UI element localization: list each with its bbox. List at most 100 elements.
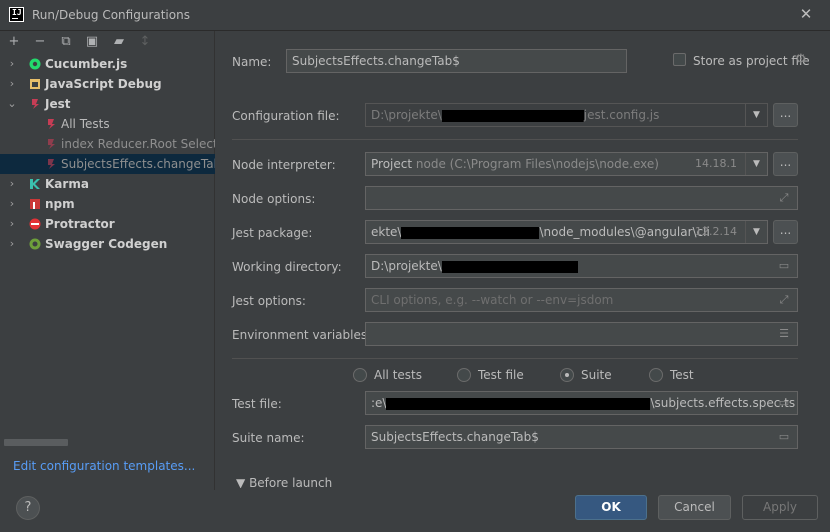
tree-item-jest[interactable]: ⌄ Jest (0, 94, 215, 114)
node-interpreter-label: Node interpreter: (232, 158, 336, 172)
help-button[interactable]: ? (16, 496, 40, 520)
expand-icon[interactable]: ⤢ (777, 192, 791, 204)
store-as-project-label: Store as project file (693, 54, 810, 68)
tree-item-label: Jest (45, 97, 71, 111)
apply-button[interactable]: Apply (742, 495, 818, 520)
chevron-down-icon[interactable]: ▼ (745, 104, 767, 126)
tree-item-subjects-effects[interactable]: SubjectsEffects.changeTab$ (0, 154, 215, 174)
radio-test-file[interactable] (457, 368, 471, 382)
config-file-combobox[interactable]: D:\projekte\ jest.config.js ▼ (365, 103, 768, 127)
dialog-footer: ? OK Cancel Apply (0, 490, 830, 532)
window-title: Run/Debug Configurations (32, 8, 190, 22)
radio-all-tests-label: All tests (374, 368, 422, 382)
jest-options-input[interactable]: CLI options, e.g. --watch or --env=jsdom… (365, 288, 798, 312)
redaction (401, 226, 540, 239)
jest-icon (32, 99, 39, 109)
test-file-prefix: :e\ (371, 396, 387, 410)
tree-item-karma[interactable]: › Karma (0, 174, 215, 194)
tree-item-protractor[interactable]: › Protractor (0, 214, 215, 234)
test-file-input[interactable]: :e\ \subjects.effects.spec.ts ▭ (365, 391, 798, 415)
redaction (386, 397, 651, 410)
node-interpreter-project: Project (371, 157, 413, 171)
chevron-right-icon[interactable]: › (6, 194, 18, 214)
chevron-right-icon[interactable]: › (6, 54, 18, 74)
folder-icon[interactable]: ▭ (777, 260, 791, 272)
working-directory-input[interactable]: D:\projekte\ ▭ (365, 254, 798, 278)
tree-item-label: JavaScript Debug (45, 77, 162, 91)
config-file-prefix: D:\projekte\ (371, 108, 442, 122)
test-file-label: Test file: (232, 397, 282, 411)
folder-icon[interactable]: ▭ (777, 397, 791, 409)
jest-icon (48, 119, 55, 129)
separator (232, 358, 798, 359)
tree-item-label: Karma (45, 177, 89, 191)
tree-item-label: Protractor (45, 217, 115, 231)
ok-button[interactable]: OK (575, 495, 647, 520)
tree-item-npm[interactable]: › npm (0, 194, 215, 214)
protractor-icon (29, 218, 41, 230)
tree-item-label: index Reducer.Root Selectors (61, 137, 215, 151)
chevron-right-icon[interactable]: › (6, 234, 18, 254)
list-icon[interactable]: ☰ (777, 328, 791, 340)
tree-item-javascript-debug[interactable]: › JavaScript Debug (0, 74, 215, 94)
node-interpreter-version: 14.18.1 (695, 157, 737, 170)
radio-test-file-label: Test file (478, 368, 524, 382)
folder-icon[interactable]: ▭ (777, 431, 791, 443)
radio-test[interactable] (649, 368, 663, 382)
radio-suite[interactable] (560, 368, 574, 382)
config-file-browse-button[interactable]: ... (773, 103, 798, 127)
jest-package-combobox[interactable]: ekte\ \node_modules\@angular\cli 12.2.14 … (365, 220, 768, 244)
radio-test-label: Test (670, 368, 694, 382)
config-file-suffix: jest.config.js (583, 108, 660, 122)
cancel-button[interactable]: Cancel (658, 495, 731, 520)
jest-icon (48, 139, 55, 149)
node-options-label: Node options: (232, 192, 316, 206)
copy-icon[interactable]: ⧉ (58, 34, 74, 50)
node-options-input[interactable]: ⤢ (365, 186, 798, 210)
env-vars-input[interactable]: ☰ (365, 322, 798, 346)
tree-item-index-reducer[interactable]: index Reducer.Root Selectors (0, 134, 215, 154)
redaction (441, 260, 578, 273)
suite-name-label: Suite name: (232, 431, 305, 445)
radio-all-tests[interactable] (353, 368, 367, 382)
test-file-suffix: \subjects.effects.spec.ts (650, 396, 796, 410)
tree-item-all-tests[interactable]: All Tests (0, 114, 215, 134)
separator (232, 139, 798, 140)
before-launch-label: Before launch (249, 476, 333, 488)
swagger-icon (29, 238, 41, 250)
folder-add-icon[interactable]: ▰ (111, 34, 127, 50)
tree-item-label: npm (45, 197, 75, 211)
chevron-right-icon[interactable]: › (6, 74, 18, 94)
cucumber-icon (29, 58, 41, 70)
remove-icon[interactable]: − (32, 34, 48, 50)
add-icon[interactable]: + (6, 34, 22, 50)
node-interpreter-path: node (C:\Program Files\nodejs\node.exe) (415, 157, 659, 171)
close-icon[interactable]: ✕ (799, 7, 813, 22)
chevron-down-icon[interactable]: ▼ (745, 221, 767, 243)
horizontal-scrollbar[interactable] (4, 439, 68, 446)
expand-icon[interactable]: ⤢ (777, 294, 791, 306)
node-interpreter-browse-button[interactable]: ... (773, 152, 798, 176)
before-launch-section[interactable]: ▼ Before launch (236, 476, 332, 488)
env-vars-label: Environment variables: (232, 328, 372, 342)
chevron-right-icon[interactable]: › (6, 214, 18, 234)
jest-package-version: 12.2.14 (695, 225, 737, 238)
chevron-right-icon[interactable]: › (6, 174, 18, 194)
intellij-logo-icon: IJ (9, 7, 24, 22)
gear-icon[interactable]: ⚙ (795, 52, 807, 67)
save-icon[interactable]: ▣ (84, 34, 100, 50)
chevron-down-icon[interactable]: ⌄ (6, 94, 18, 114)
store-as-project-checkbox[interactable] (673, 53, 686, 66)
name-input[interactable]: SubjectsEffects.changeTab$ (286, 49, 627, 73)
node-interpreter-combobox[interactable]: Project node (C:\Program Files\nodejs\no… (365, 152, 768, 176)
tree-item-swagger-codegen[interactable]: › Swagger Codegen (0, 234, 215, 254)
chevron-down-icon[interactable]: ▼ (745, 153, 767, 175)
edit-templates-link[interactable]: Edit configuration templates... (13, 459, 195, 473)
redaction (441, 109, 584, 122)
jest-package-browse-button[interactable]: ... (773, 220, 798, 244)
sort-icon[interactable]: ↕ (137, 34, 153, 50)
tree-item-cucumber[interactable]: › Cucumber.js (0, 54, 215, 74)
suite-name-input[interactable]: SubjectsEffects.changeTab$ ▭ (365, 425, 798, 449)
configuration-form: Name: SubjectsEffects.changeTab$ Store a… (216, 31, 830, 490)
tree-item-label: Swagger Codegen (45, 237, 168, 251)
